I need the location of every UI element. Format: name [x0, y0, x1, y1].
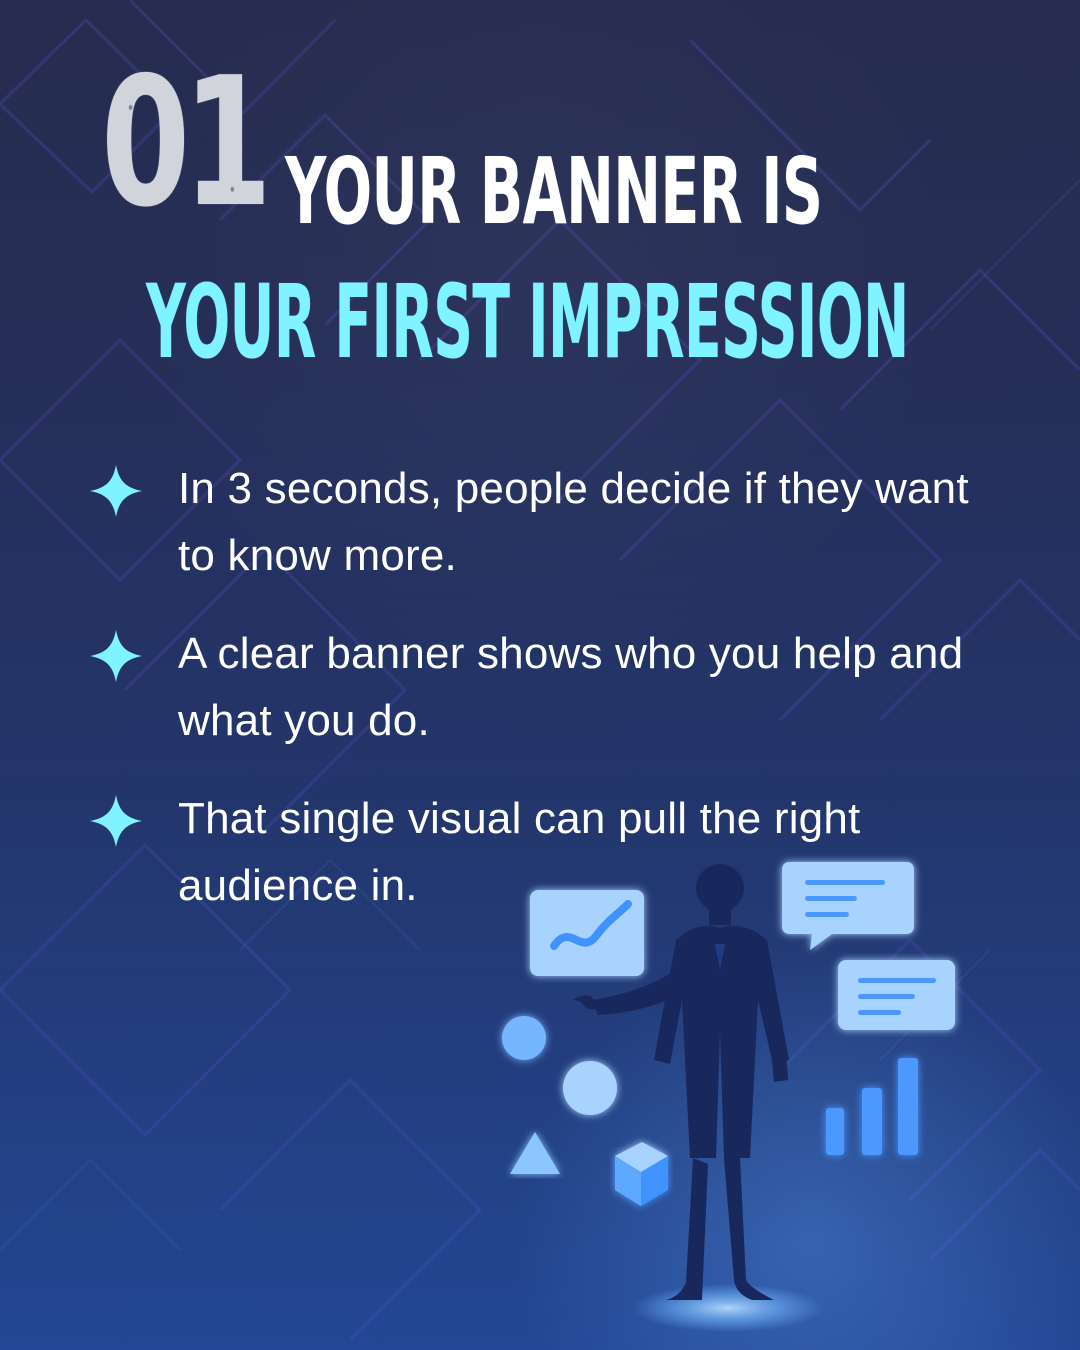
presentation-illustration — [502, 862, 955, 1332]
triangle-shape-icon — [510, 1132, 560, 1174]
sparkle-icon — [90, 465, 142, 517]
message-card-icon — [838, 960, 955, 1030]
sparkle-icon — [90, 795, 142, 847]
cube-shape-icon — [615, 1142, 668, 1206]
title-line-2: YOUR FIRST IMPRESSION — [146, 263, 909, 382]
bullet-item: In 3 seconds, people decide if they want… — [88, 455, 1018, 589]
section-number: 01 — [101, 39, 272, 246]
title-line-1: YOUR BANNER IS — [285, 138, 823, 245]
line-chart-icon — [530, 890, 644, 976]
chat-bubble-icon — [782, 862, 914, 950]
bullet-text: In 3 seconds, people decide if they want… — [178, 464, 969, 580]
circle-shape-icon — [502, 1016, 617, 1115]
bar-chart-icon — [826, 1058, 918, 1155]
sparkle-icon — [90, 630, 142, 682]
bullet-text: A clear banner shows who you help and wh… — [178, 629, 964, 745]
bullet-item: A clear banner shows who you help and wh… — [88, 620, 1018, 754]
